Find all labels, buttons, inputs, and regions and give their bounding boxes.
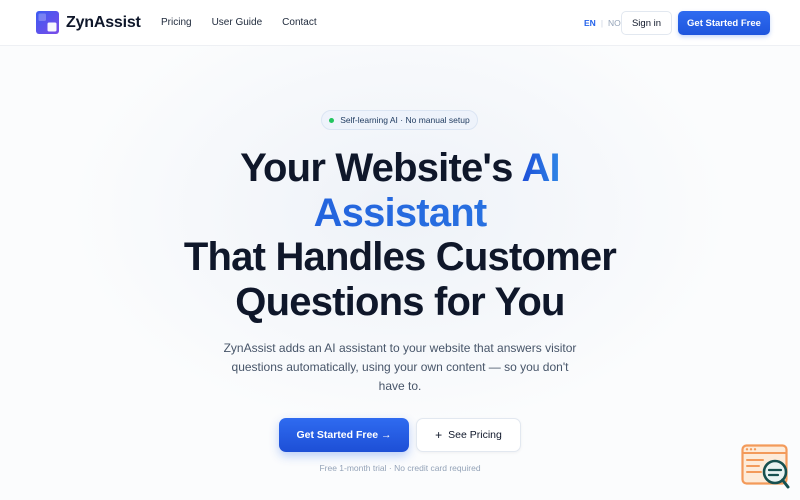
brand-logo-link[interactable]: ZynAssist bbox=[36, 11, 141, 34]
logo-icon bbox=[36, 11, 59, 34]
top-nav: ZynAssist Pricing User Guide Contact EN … bbox=[0, 0, 800, 46]
get-started-free-button[interactable]: Get Started Free → bbox=[279, 418, 409, 452]
lang-no[interactable]: NO bbox=[608, 18, 621, 28]
feature-badge-text: Self-learning AI · No manual setup bbox=[340, 115, 470, 125]
nav-link-pricing[interactable]: Pricing bbox=[161, 17, 192, 28]
status-dot-icon bbox=[329, 117, 335, 123]
nav-link-contact[interactable]: Contact bbox=[282, 17, 316, 28]
lang-separator: | bbox=[600, 18, 604, 28]
hero-subtitle: ZynAssist adds an AI assistant to your w… bbox=[223, 341, 577, 393]
trial-note: Free 1-month trial · No credit card requ… bbox=[319, 463, 481, 473]
see-pricing-label: See Pricing bbox=[448, 429, 502, 441]
headline-line-3: That Handles Customer bbox=[183, 235, 617, 279]
brand-name: ZynAssist bbox=[66, 13, 141, 31]
feature-badge: Self-learning AI · No manual setup bbox=[321, 110, 478, 130]
chat-widget-icon[interactable] bbox=[741, 444, 791, 490]
headline-accent-ai: AI bbox=[521, 146, 560, 190]
headline-line-1-text: Your Website's bbox=[240, 146, 522, 190]
nav-get-started-button[interactable]: Get Started Free bbox=[678, 11, 770, 35]
language-switcher: EN | NO bbox=[584, 18, 621, 28]
plus-icon: + bbox=[435, 428, 443, 442]
headline-line-2: Assistant bbox=[0, 191, 800, 236]
lang-en[interactable]: EN bbox=[584, 18, 596, 28]
primary-nav: Pricing User Guide Contact bbox=[161, 17, 317, 28]
nav-link-user-guide[interactable]: User Guide bbox=[212, 17, 263, 28]
sign-in-button[interactable]: Sign in bbox=[621, 11, 672, 35]
hero-headline: Your Website's AI Assistant That Handles… bbox=[0, 146, 800, 324]
see-pricing-button[interactable]: + See Pricing bbox=[416, 418, 521, 452]
headline-line-4: Questions for You bbox=[235, 279, 565, 324]
headline-line-1: Your Website's AI bbox=[0, 146, 800, 191]
